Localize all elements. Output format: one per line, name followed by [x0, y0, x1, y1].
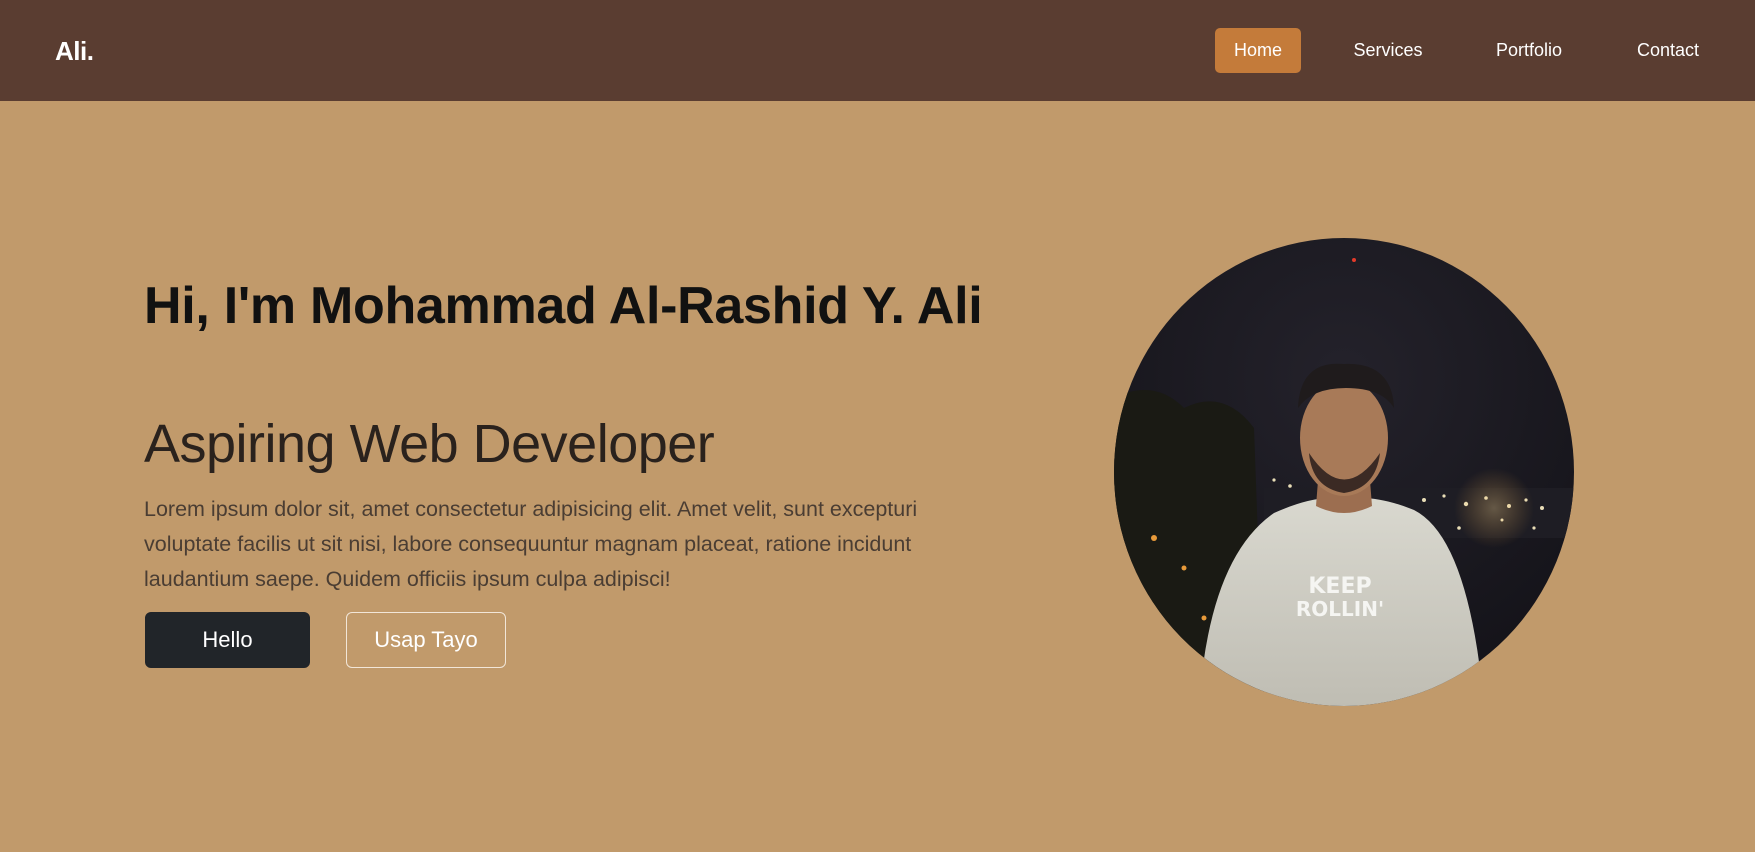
hello-button[interactable]: Hello: [145, 612, 310, 668]
nav-item-portfolio[interactable]: Portfolio: [1484, 28, 1574, 73]
hero-description: Lorem ipsum dolor sit, amet consectetur …: [144, 497, 918, 591]
hero-title: Hi, I'm Mohammad Al-Rashid Y. Ali: [144, 277, 983, 335]
shirt-text-line1: KEEP: [1308, 574, 1371, 599]
shirt-text-line2: ROLLIN': [1296, 597, 1384, 621]
navbar: Ali. Home Services Portfolio Contact: [0, 0, 1755, 101]
hero-subtitle: Aspiring Web Developer: [144, 414, 715, 474]
nav-item-contact[interactable]: Contact: [1628, 28, 1708, 73]
usap-tayo-button[interactable]: Usap Tayo: [346, 612, 506, 668]
brand-logo[interactable]: Ali.: [55, 34, 94, 68]
profile-photo: KEEP ROLLIN': [1114, 238, 1574, 706]
nav-item-services[interactable]: Services: [1343, 28, 1433, 73]
nav-item-home[interactable]: Home: [1215, 28, 1301, 73]
